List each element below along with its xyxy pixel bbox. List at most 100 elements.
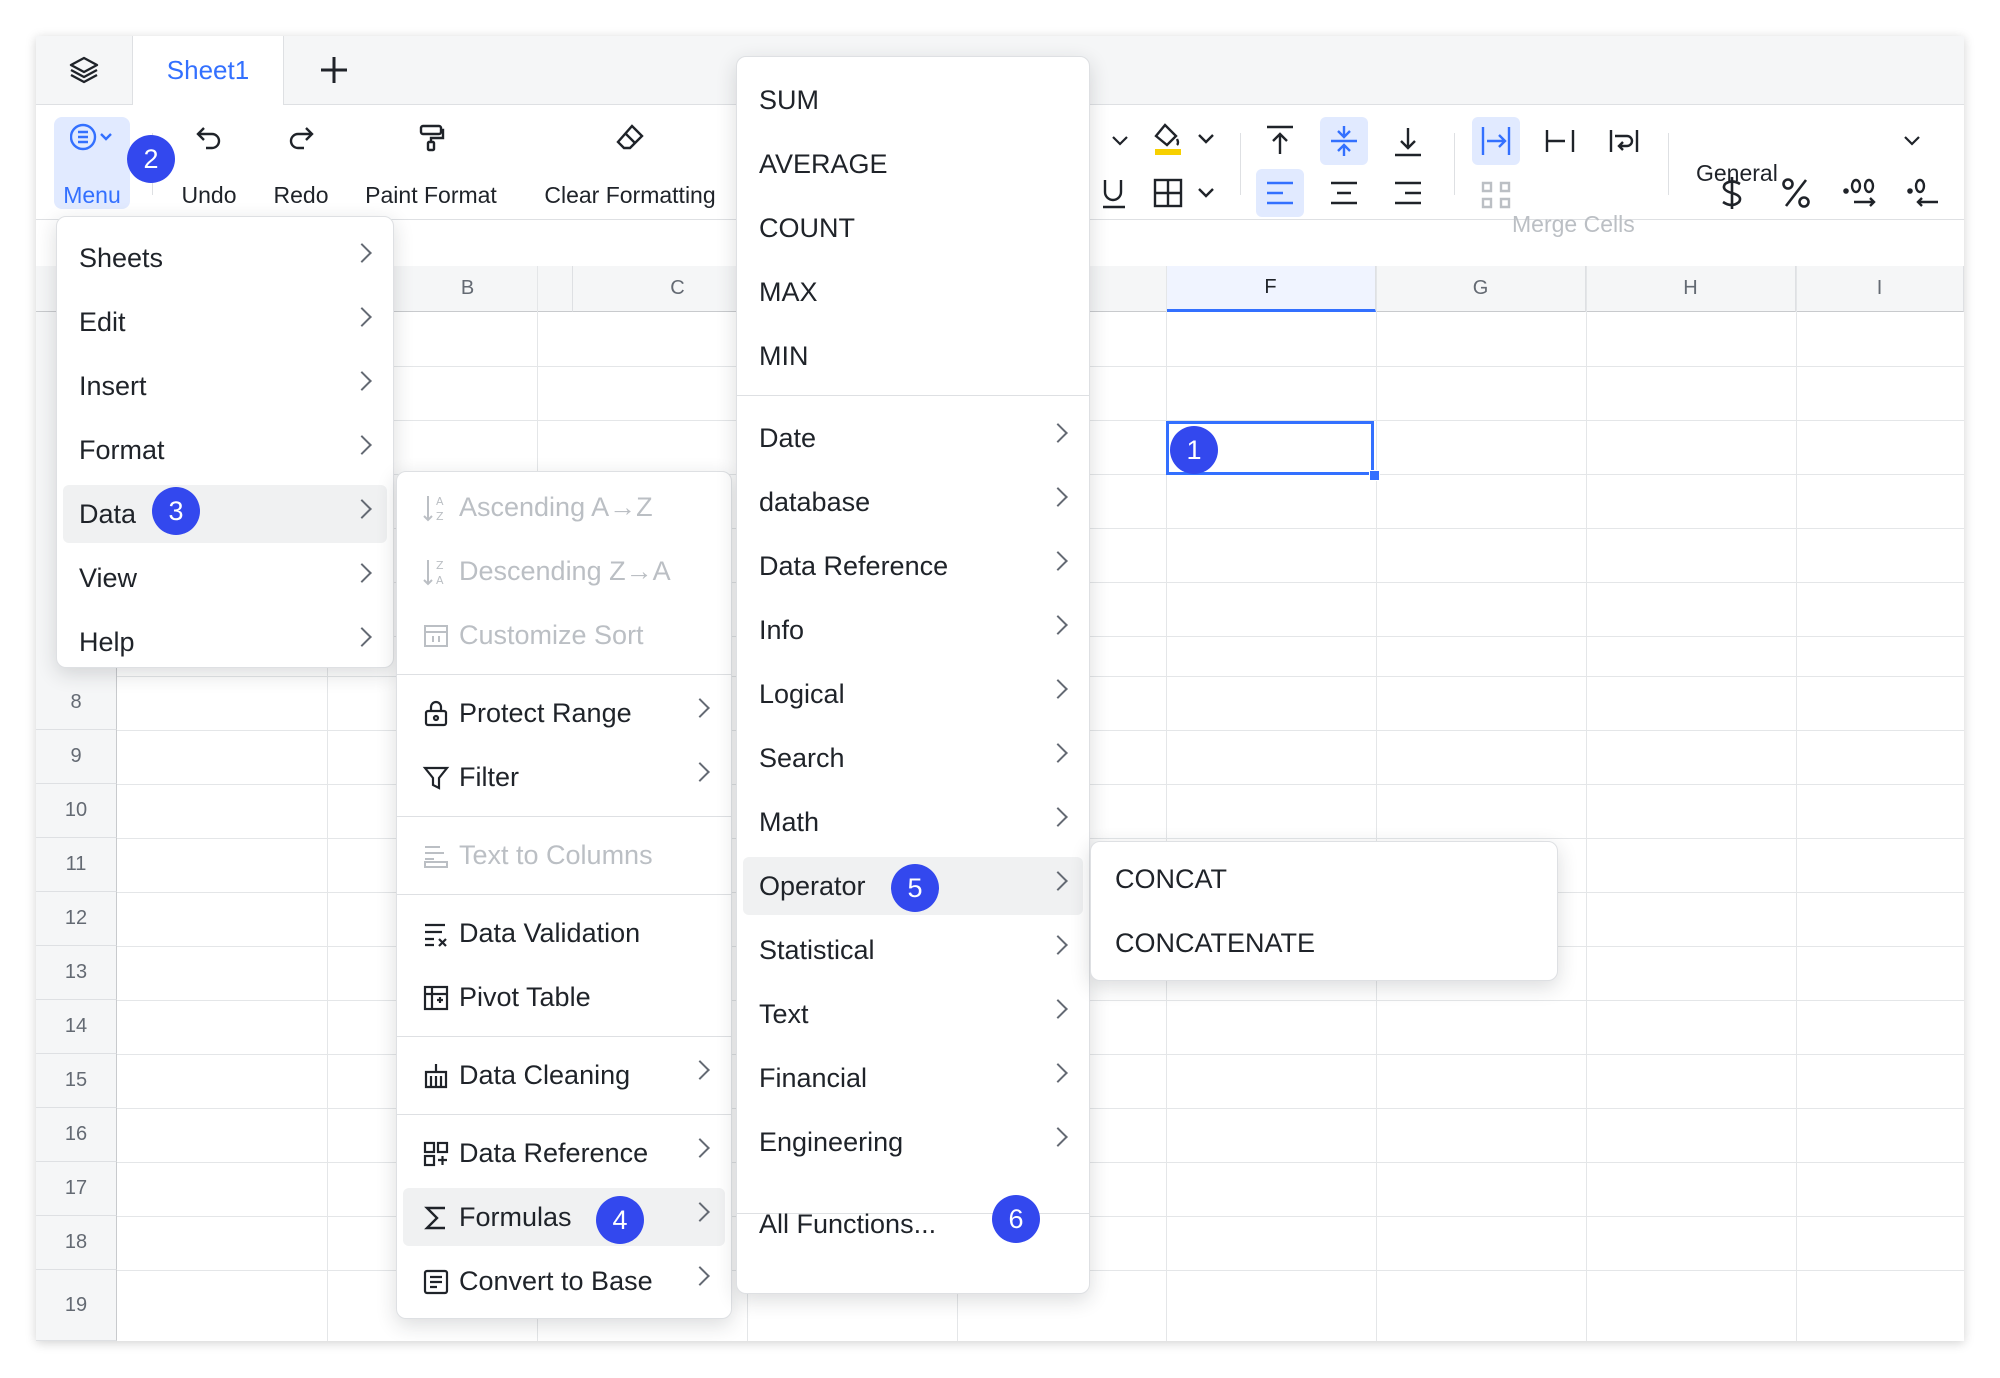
column-header-f[interactable]: F	[1166, 266, 1376, 312]
paint-format-button[interactable]: Paint Format	[356, 117, 506, 209]
lock-icon	[421, 699, 451, 729]
clear-formatting-button[interactable]: Clear Formatting	[530, 117, 730, 209]
category-database[interactable]: database	[743, 473, 1083, 531]
underline-icon[interactable]	[1094, 169, 1142, 217]
data-cleaning-item[interactable]: Data Cleaning	[403, 1046, 725, 1104]
convert-to-base-icon	[421, 1267, 451, 1297]
step-badge-3: 3	[152, 487, 200, 535]
function-concatenate[interactable]: CONCATENATE	[1097, 914, 1551, 972]
category-logical[interactable]: Logical	[743, 665, 1083, 723]
customize-sort-item[interactable]: Customize Sort	[403, 606, 725, 664]
layers-icon[interactable]	[36, 36, 132, 104]
sort-descending-item[interactable]: ZA Descending Z→A	[403, 542, 725, 600]
category-data-reference[interactable]: Data Reference	[743, 537, 1083, 595]
formula-count[interactable]: COUNT	[743, 199, 1083, 257]
align-bottom-icon[interactable]	[1384, 117, 1432, 165]
align-right-icon[interactable]	[1384, 169, 1432, 217]
formula-max[interactable]: MAX	[743, 263, 1083, 321]
column-header-g[interactable]: G	[1376, 266, 1586, 312]
column-header-h[interactable]: H	[1586, 266, 1796, 312]
paint-brush-icon	[416, 117, 446, 157]
text-overflow-icon[interactable]	[1472, 117, 1520, 165]
data-reference-icon	[421, 1139, 451, 1169]
formula-average[interactable]: AVERAGE	[743, 135, 1083, 193]
data-validation-item[interactable]: Data Validation	[403, 904, 725, 962]
category-label: Data Reference	[759, 550, 949, 581]
row-header-14[interactable]: 14	[36, 1000, 117, 1054]
tab-sheet1[interactable]: Sheet1	[132, 36, 284, 105]
category-info[interactable]: Info	[743, 601, 1083, 659]
category-financial[interactable]: Financial	[743, 1049, 1083, 1107]
row-header-13[interactable]: 13	[36, 946, 117, 1000]
row-header-9[interactable]: 9	[36, 730, 117, 784]
menu-item-insert[interactable]: Insert	[63, 357, 387, 415]
menu-item-format[interactable]: Format	[63, 421, 387, 479]
category-label: Date	[759, 422, 817, 453]
borders-icon[interactable]	[1146, 169, 1226, 217]
row-header-15[interactable]: 15	[36, 1054, 117, 1108]
formulas-item[interactable]: Formulas	[403, 1188, 725, 1246]
category-search[interactable]: Search	[743, 729, 1083, 787]
row-header-12[interactable]: 12	[36, 892, 117, 946]
row-header-10[interactable]: 10	[36, 784, 117, 838]
fill-color-icon[interactable]	[1146, 115, 1226, 163]
category-label: database	[759, 486, 871, 517]
menu-button[interactable]: Menu	[54, 117, 130, 209]
redo-button[interactable]: Redo	[266, 117, 336, 209]
category-label: Text	[759, 998, 809, 1029]
sort-ascending-item[interactable]: AZ Ascending A→Z	[403, 478, 725, 536]
align-middle-icon[interactable]	[1320, 117, 1368, 165]
percent-icon[interactable]	[1772, 169, 1820, 217]
add-sheet-icon[interactable]	[306, 42, 362, 98]
fill-handle[interactable]	[1369, 470, 1380, 481]
menu-item-help[interactable]: Help	[63, 613, 387, 671]
font-color-dropdown-icon[interactable]	[1096, 117, 1144, 165]
function-concat[interactable]: CONCAT	[1097, 850, 1551, 908]
undo-button[interactable]: Undo	[174, 117, 244, 209]
text-to-columns-item[interactable]: Text to Columns	[403, 826, 725, 884]
row-header-16[interactable]: 16	[36, 1108, 117, 1162]
protect-range-item[interactable]: Protect Range	[403, 684, 725, 742]
sigma-icon	[421, 1203, 451, 1233]
decrease-decimal-icon[interactable]	[1900, 169, 1948, 217]
category-statistical[interactable]: Statistical	[743, 921, 1083, 979]
align-top-icon[interactable]	[1256, 117, 1304, 165]
menu-item-sheets[interactable]: Sheets	[63, 229, 387, 287]
formula-min[interactable]: MIN	[743, 327, 1083, 385]
menu-divider	[737, 395, 1089, 396]
text-wrap-icon[interactable]	[1600, 117, 1648, 165]
pivot-table-item[interactable]: Pivot Table	[403, 968, 725, 1026]
category-engineering[interactable]: Engineering	[743, 1113, 1083, 1171]
step-badge-2: 2	[127, 135, 175, 183]
filter-item[interactable]: Filter	[403, 748, 725, 806]
category-text[interactable]: Text	[743, 985, 1083, 1043]
category-label: Info	[759, 614, 805, 645]
category-date[interactable]: Date	[743, 409, 1083, 467]
text-clip-icon[interactable]	[1536, 117, 1584, 165]
align-left-icon[interactable]	[1256, 169, 1304, 217]
column-header-i[interactable]: I	[1796, 266, 1964, 312]
align-center-icon[interactable]	[1320, 169, 1368, 217]
data-reference-item[interactable]: Data Reference	[403, 1124, 725, 1182]
customize-sort-label: Customize Sort	[459, 619, 644, 650]
convert-to-base-item[interactable]: Convert to Base	[403, 1252, 725, 1310]
category-math[interactable]: Math	[743, 793, 1083, 851]
row-header-11[interactable]: 11	[36, 838, 117, 892]
merge-cells-label[interactable]: Merge Cells	[1512, 211, 1635, 238]
increase-decimal-icon[interactable]	[1836, 169, 1884, 217]
row-header-17[interactable]: 17	[36, 1162, 117, 1216]
dollar-icon[interactable]	[1708, 169, 1756, 217]
chevron-right-icon	[352, 243, 372, 263]
row-header-8[interactable]: 8	[36, 676, 117, 730]
svg-text:A: A	[436, 574, 444, 587]
menu-item-view[interactable]: View	[63, 549, 387, 607]
formula-sum[interactable]: SUM	[743, 71, 1083, 129]
menu-item-edit[interactable]: Edit	[63, 293, 387, 351]
menu-item-data[interactable]: Data	[63, 485, 387, 543]
row-header-18[interactable]: 18	[36, 1216, 117, 1270]
column-header-b[interactable]: B	[363, 266, 573, 312]
chevron-down-icon[interactable]	[1888, 117, 1936, 165]
convert-to-base-label: Convert to Base	[459, 1265, 653, 1296]
divider	[1668, 133, 1669, 195]
row-header-19[interactable]: 19	[36, 1270, 117, 1341]
